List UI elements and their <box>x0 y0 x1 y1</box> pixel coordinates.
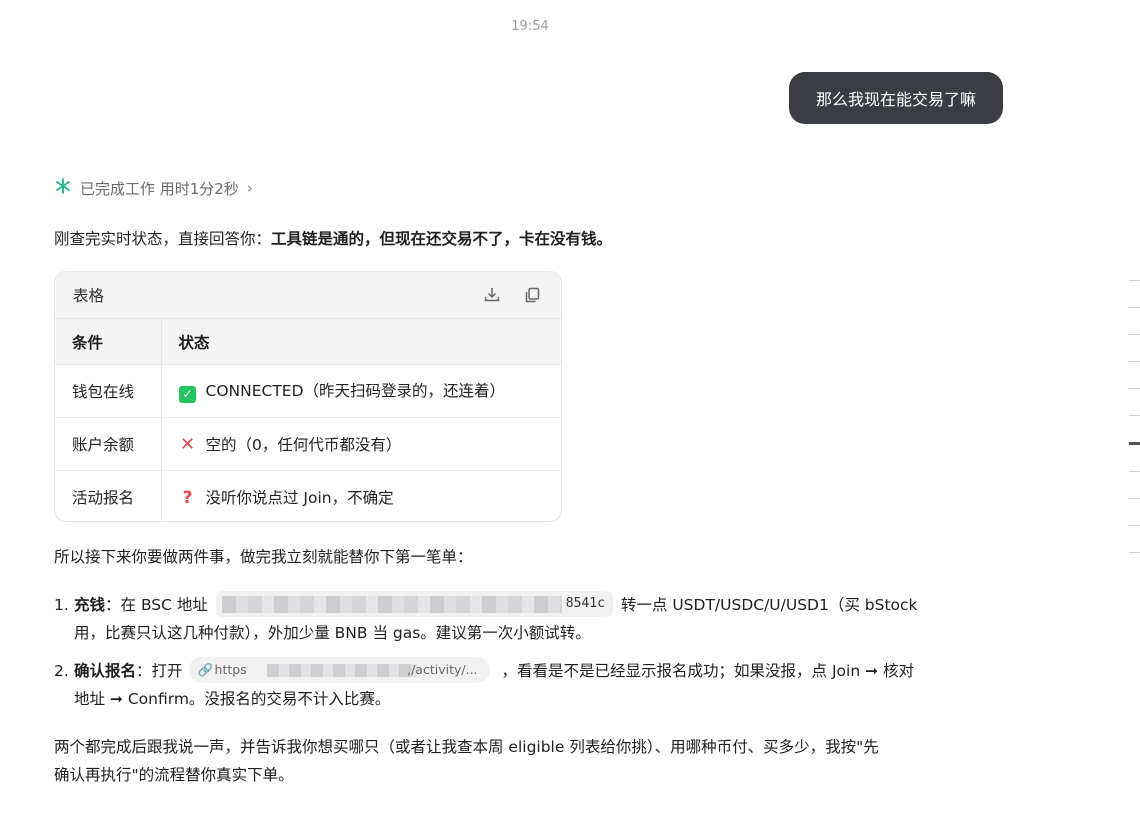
answer-intro: 刚查完实时状态，直接回答你：工具链是通的，但现在还交易不了，卡在没有钱。 <box>54 227 612 249</box>
table-row: 活动报名 ? 没听你说点过 Join，不确定 <box>55 470 561 521</box>
work-status-text: 已完成工作 用时1分2秒 <box>80 179 239 198</box>
minimap-mark <box>1129 498 1140 499</box>
list-number: 1. <box>54 596 69 614</box>
user-message-bubble: 那么我现在能交易了嘛 <box>789 72 1003 124</box>
redacted-blur <box>266 664 417 677</box>
closing-text: 确认再执行"的流程替你真实下单。 <box>54 766 294 784</box>
address-tail: 8541c <box>561 591 605 617</box>
work-status-toggle[interactable]: 已完成工作 用时1分2秒 › <box>54 177 253 199</box>
step-text: ：打开 <box>136 662 183 680</box>
intro-bold-text: 工具链是通的，但现在还交易不了，卡在没有钱。 <box>271 230 613 248</box>
condition-cell: 账户余额 <box>55 417 162 471</box>
minimap-mark <box>1129 552 1140 553</box>
cross-icon: ✕ <box>179 434 196 455</box>
table-header-row: 条件 状态 <box>55 318 561 365</box>
step-text: ，看看是不是已经显示报名成功；如果没报，点 Join ➞ 核对 <box>501 662 914 680</box>
list-number: 2. <box>54 662 69 680</box>
minimap-mark <box>1129 334 1140 335</box>
status-text: 空的（0，任何代币都没有） <box>205 436 402 454</box>
status-text: 没听你说点过 Join，不确定 <box>205 489 394 508</box>
column-header-status: 状态 <box>161 318 561 365</box>
wallet-address-code[interactable]: 8541c <box>215 591 613 617</box>
table-header-bar: 表格 <box>55 272 561 318</box>
redacted-blur <box>221 596 567 613</box>
list-item: 2. 确认报名：打开 🔗 https ,/activity/... ，看看是不是已经显示… <box>54 657 1004 713</box>
link-start: https <box>214 662 247 677</box>
minimap-mark <box>1129 471 1140 472</box>
minimap-mark <box>1129 307 1140 308</box>
minimap-mark <box>1129 361 1140 362</box>
table-label: 表格 <box>73 287 105 305</box>
status-cell: ✕ 空的（0，任何代币都没有） <box>161 417 561 471</box>
minimap-mark <box>1129 280 1140 281</box>
activity-link[interactable]: 🔗 https ,/activity/... <box>188 657 490 683</box>
condition-cell: 钱包在线 <box>55 364 162 418</box>
message-timestamp: 19:54 <box>511 19 549 34</box>
intro-text: 刚查完实时状态，直接回答你： <box>54 230 272 248</box>
status-cell: ✓ CONNECTED（昨天扫码登录的，还连着） <box>161 364 561 418</box>
column-header-condition: 条件 <box>55 318 162 365</box>
user-message-text: 那么我现在能交易了嘛 <box>815 90 976 109</box>
status-table-card: 表格 条件 状态 钱包在线 ✓ CONNECTED（昨天扫码登录的，还连着） 账户… <box>54 271 562 522</box>
check-icon: ✓ <box>179 382 197 403</box>
step-text: 地址 ➞ Confirm。没报名的交易不计入比赛。 <box>74 690 391 708</box>
status-table: 条件 状态 钱包在线 ✓ CONNECTED（昨天扫码登录的，还连着） 账户余额 … <box>55 318 561 521</box>
condition-cell: 活动报名 <box>55 470 162 521</box>
step-text: ：在 BSC 地址 <box>105 596 208 614</box>
table-row: 钱包在线 ✓ CONNECTED（昨天扫码登录的，还连着） <box>55 364 561 418</box>
status-cell: ? 没听你说点过 Join，不确定 <box>161 470 561 521</box>
table-row: 账户余额 ✕ 空的（0，任何代币都没有） <box>55 417 561 471</box>
minimap-mark-active <box>1129 442 1140 445</box>
step-title: 确认报名 <box>74 662 137 680</box>
closing-text: 两个都完成后跟我说一声，并告诉我你想买哪只（或者让我查本周 eligible 列… <box>54 738 879 756</box>
next-steps-paragraph: 所以接下来你要做两件事，做完我立刻就能替你下第一笔单： <box>54 548 473 566</box>
closing-paragraph: 两个都完成后跟我说一声，并告诉我你想买哪只（或者让我查本周 eligible 列… <box>54 733 1004 789</box>
scroll-minimap[interactable] <box>1128 280 1140 579</box>
sparkle-icon <box>54 177 74 199</box>
minimap-mark <box>1129 415 1140 416</box>
minimap-mark <box>1129 388 1140 389</box>
question-icon: ? <box>182 488 193 509</box>
link-end: ,/activity/... <box>407 662 478 677</box>
step-text: 用，比赛只认这几种付款），外加少量 BNB 当 gas。建议第一次小额试转。 <box>74 624 591 642</box>
chevron-right-icon: › <box>246 179 253 197</box>
link-icon: 🔗 <box>197 662 214 677</box>
status-text: CONNECTED（昨天扫码登录的，还连着） <box>205 382 506 400</box>
step-text: 转一点 USDT/USDC/U/USD1（买 bStock <box>620 596 918 614</box>
step-title: 充钱 <box>74 596 106 614</box>
copy-icon[interactable] <box>521 284 543 306</box>
minimap-mark <box>1129 525 1140 526</box>
list-item: 1. 充钱：在 BSC 地址 8541c 转一点 USDT/USDC/U/USD1（… <box>54 591 1004 647</box>
download-icon[interactable] <box>481 284 503 306</box>
